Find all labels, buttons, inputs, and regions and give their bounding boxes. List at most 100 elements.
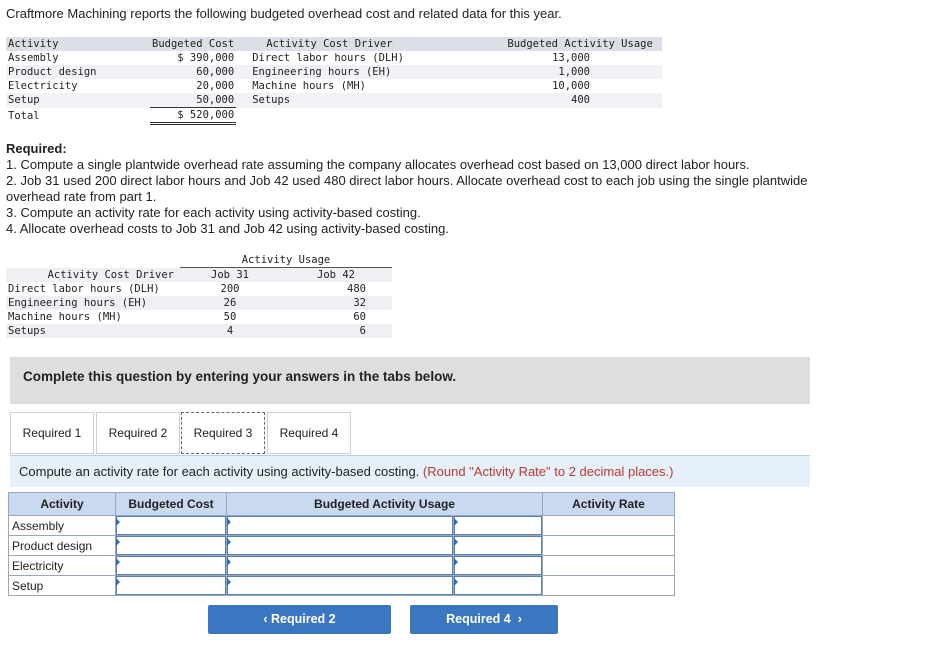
rate-input[interactable] — [454, 536, 542, 555]
chevron-left-icon: ‹ — [263, 612, 272, 626]
row-usage: 13,000 — [552, 52, 590, 64]
col-usage: Budgeted Activity Usage — [498, 37, 662, 51]
table-row: Engineering hours (EH) 26 32 — [6, 296, 392, 310]
usage-driver: Direct labor hours (DLH) — [8, 283, 160, 295]
usage-job31: 26 — [180, 296, 280, 310]
grid-row-label: Setup — [8, 575, 116, 596]
instruction-text: Compute an activity rate for each activi… — [19, 464, 420, 479]
input-marker-icon — [227, 578, 231, 586]
usage-driver: Setups — [6, 324, 180, 338]
input-marker-icon — [227, 538, 231, 546]
total-cost: $ 520,000 — [150, 107, 237, 125]
total-row: Total $ 520,000 — [6, 107, 662, 125]
col-cost-driver: Activity Cost Driver — [236, 37, 499, 51]
usage-job42: 6 — [280, 324, 392, 338]
usage-input[interactable] — [227, 516, 453, 535]
tab-required-4[interactable]: Required 4 — [267, 412, 351, 454]
row-usage: 400 — [498, 93, 662, 108]
budget-table: Activity Budgeted Cost Activity Cost Dri… — [6, 37, 662, 125]
required-item-1: 1. Compute a single plantwide overhead r… — [6, 157, 750, 172]
row-driver: Machine hours (MH) — [252, 80, 366, 92]
table-row: Electricity 20,000 Machine hours (MH) 10… — [6, 79, 662, 93]
required-title: Required: — [6, 141, 67, 156]
budgeted-cost-input[interactable] — [116, 576, 226, 595]
usage-input[interactable] — [227, 536, 453, 555]
rate-cell — [542, 535, 675, 556]
prev-required-button[interactable]: ‹ Required 2 — [208, 605, 391, 634]
grid-col-usage: Budgeted Activity Usage — [226, 492, 543, 516]
table-row: Product design 60,000 Engineering hours … — [6, 65, 662, 79]
prev-label: Required 2 — [271, 612, 336, 626]
input-marker-icon — [454, 538, 458, 546]
usage-input[interactable] — [227, 556, 453, 575]
input-marker-icon — [227, 518, 231, 526]
usage-job42: 60 — [353, 311, 366, 323]
grid-row-label: Assembly — [8, 515, 116, 536]
rate-cell — [542, 515, 675, 536]
instruction-note: (Round "Activity Rate" to 2 decimal plac… — [422, 464, 674, 479]
input-marker-icon — [116, 518, 120, 526]
grid-row-label: Product design — [8, 535, 116, 556]
usage-driver-header: Activity Cost Driver — [6, 267, 180, 282]
total-label: Total — [8, 109, 40, 122]
row-activity: Electricity — [8, 80, 78, 92]
answer-grid-header: Activity Budgeted Cost Budgeted Activity… — [8, 492, 675, 516]
answer-grid: Activity Budgeted Cost Budgeted Activity… — [8, 492, 675, 596]
usage-job42: 32 — [280, 296, 392, 310]
tab-required-2[interactable]: Required 2 — [96, 412, 180, 454]
usage-driver: Engineering hours (EH) — [6, 296, 180, 310]
intro-text: Craftmore Machining reports the followin… — [6, 6, 562, 21]
budgeted-cost-input[interactable] — [116, 516, 226, 535]
rate-cell — [542, 575, 675, 596]
input-marker-icon — [116, 558, 120, 566]
tab-required-3[interactable]: Required 3 — [181, 412, 265, 454]
tab-required-1[interactable]: Required 1 — [10, 412, 94, 454]
table-row: Setup 50,000 Setups 400 — [6, 93, 662, 108]
table-row: Assembly $ 390,000 Direct labor hours (D… — [6, 51, 662, 65]
input-marker-icon — [116, 538, 120, 546]
col-budgeted-cost: Budgeted Cost — [150, 37, 237, 51]
next-label: Required 4 — [446, 612, 511, 626]
row-activity: Assembly — [8, 52, 59, 64]
input-marker-icon — [116, 578, 120, 586]
table-row: Direct labor hours (DLH) 200 480 — [6, 282, 392, 296]
row-driver: Engineering hours (EH) — [236, 65, 499, 79]
grid-col-activity-rate: Activity Rate — [542, 492, 675, 516]
rate-input[interactable] — [454, 516, 542, 535]
usage-driver: Machine hours (MH) — [8, 311, 122, 323]
table-row: Assembly — [8, 515, 675, 536]
rate-cell — [542, 555, 675, 576]
row-cost: $ 390,000 — [177, 52, 235, 64]
instructions-banner: Complete this question by entering your … — [10, 357, 810, 404]
usage-job31: 4 — [180, 324, 280, 338]
row-usage: 10,000 — [552, 80, 590, 92]
grid-col-activity: Activity — [8, 492, 116, 516]
budgeted-cost-input[interactable] — [116, 536, 226, 555]
usage-input[interactable] — [227, 576, 453, 595]
required-item-4: 4. Allocate overhead costs to Job 31 and… — [6, 221, 449, 236]
col-activity: Activity — [6, 37, 150, 51]
required-section: Required: 1. Compute a single plantwide … — [6, 141, 836, 237]
next-required-button[interactable]: Required 4 › — [410, 605, 558, 634]
rate-input[interactable] — [454, 556, 542, 575]
table-row: Setups 4 6 — [6, 324, 392, 338]
row-activity: Product design — [6, 65, 150, 79]
table-row: Product design — [8, 535, 675, 556]
grid-row-label: Electricity — [8, 555, 116, 576]
grid-col-budgeted-cost: Budgeted Cost — [115, 492, 227, 516]
row-usage: 1,000 — [498, 65, 662, 79]
required-item-3: 3. Compute an activity rate for each act… — [6, 205, 421, 220]
table-row: Machine hours (MH) 50 60 — [6, 310, 392, 324]
row-driver: Setups — [236, 93, 499, 108]
row-cost: 20,000 — [196, 80, 235, 92]
chevron-right-icon: › — [510, 612, 522, 626]
table-row: Setup — [8, 575, 675, 596]
usage-table: Activity Usage Activity Cost Driver Job … — [6, 253, 392, 338]
banner-text: Complete this question by entering your … — [23, 369, 457, 384]
usage-job42-header: Job 42 — [280, 267, 392, 282]
row-activity: Setup — [6, 93, 150, 108]
budgeted-cost-input[interactable] — [116, 556, 226, 575]
rate-input[interactable] — [454, 576, 542, 595]
usage-job31: 50 — [223, 311, 237, 323]
usage-job31: 200 — [220, 283, 240, 295]
